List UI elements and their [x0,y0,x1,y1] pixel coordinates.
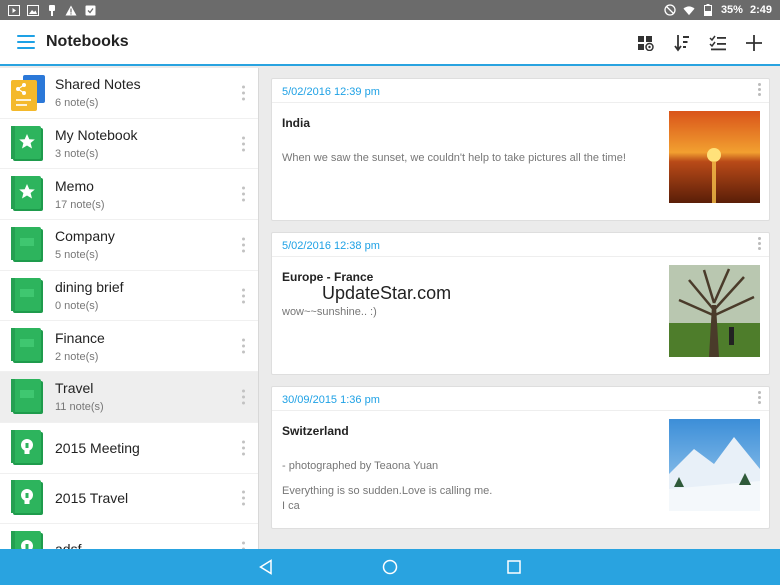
add-icon[interactable] [736,25,772,61]
clock: 2:49 [749,4,772,16]
bulb-notebook-icon [11,480,45,516]
home-icon[interactable] [378,555,402,579]
notebook-name: Finance [55,329,105,346]
notebook-name: 2015 Meeting [55,439,140,456]
notebook-item[interactable]: 2015 Travel [0,474,258,525]
checklist-icon[interactable] [700,25,736,61]
more-options-icon[interactable] [240,541,246,549]
notebook-name: Shared Notes [55,76,141,93]
battery-percentage: 35% [720,4,743,16]
bulb-notebook-icon [11,531,45,549]
notebook-icon [11,226,45,263]
note-title: Switzerland [282,424,349,438]
notebook-item[interactable]: dining brief 0 note(s) [0,271,258,322]
more-options-icon[interactable] [240,288,246,304]
notebook-note-count: 5 note(s) [55,249,99,262]
app-bar: Notebooks [0,20,780,66]
watermark: UpdateStar.com [322,283,452,303]
tree-in-park-photo [669,265,760,357]
image-notification-icon [27,4,39,16]
notebook-note-count: 11 note(s) [55,401,104,414]
wifi-icon [683,4,695,16]
notebook-name: 2015 Travel [55,490,129,507]
note-preview: When we saw the sunset, we couldn't help… [282,152,626,164]
note-date: 30/09/2015 1:36 pm [282,394,380,406]
android-debug-icon [46,4,58,16]
note-more-options-icon[interactable] [758,391,761,404]
status-bar: 35% 2:49 [0,0,780,20]
divider [272,410,769,411]
more-options-icon[interactable] [240,85,246,101]
notebook-name: adsf [55,541,81,549]
notebook-name: Memo [55,177,94,194]
navigation-bar [0,549,780,585]
star-notebook-icon [11,176,45,212]
notebook-name: Travel [55,380,94,397]
sort-icon[interactable] [664,25,700,61]
note-preview: wow~~sunshine.. :) [282,306,377,318]
notebook-icon [11,328,45,364]
notebook-icon [11,378,45,415]
snowy-mountains-photo [669,419,760,511]
notebook-list: Shared Notes 6 note(s) My Notebook 3 note(s… [0,68,259,549]
note-card[interactable]: 30/09/2015 1:36 pm Switzerland - photograp… [271,386,770,529]
notebook-note-count: 3 note(s) [55,148,99,161]
note-list: 5/02/2016 12:39 pm India When we saw the s… [262,68,780,549]
grid-view-icon[interactable] [628,25,664,61]
note-preview: - photographed by Teaona Yuan Everything … [282,460,493,512]
page-title: Notebooks [46,33,129,50]
notebook-item[interactable]: Memo 17 note(s) [0,169,258,221]
do-not-disturb-icon [664,4,676,16]
more-options-icon[interactable] [240,186,246,202]
note-date: 5/02/2016 12:39 pm [282,86,380,98]
sunset-over-sea-photo [669,111,760,203]
notebook-item[interactable]: Shared Notes 6 note(s) [0,68,258,119]
note-more-options-icon[interactable] [758,83,761,96]
notebook-note-count: 17 note(s) [55,198,105,211]
notebook-name: My Notebook [55,127,138,144]
clipboard-check-icon [84,4,96,16]
notebook-item[interactable]: Company 5 note(s) [0,220,258,271]
divider [272,102,769,103]
notebook-name: Company [55,228,115,245]
note-title: India [282,116,311,130]
notebook-icon [11,277,45,314]
more-options-icon[interactable] [240,440,246,456]
shared-notebook-icon [11,74,45,111]
more-options-icon[interactable] [240,389,246,405]
more-options-icon[interactable] [240,490,246,506]
notebook-note-count: 6 note(s) [55,97,99,110]
notebook-item[interactable]: Finance 2 note(s) [0,321,258,373]
more-options-icon[interactable] [240,237,246,253]
warning-icon [65,4,77,16]
notebook-note-count: 2 note(s) [55,350,99,363]
back-icon[interactable] [254,555,278,579]
more-options-icon[interactable] [240,136,246,152]
notebook-name: dining brief [55,279,124,296]
notebook-item[interactable]: My Notebook 3 note(s) [0,119,258,170]
note-more-options-icon[interactable] [758,237,761,250]
battery-icon [702,4,714,16]
note-date: 5/02/2016 12:38 pm [282,240,380,252]
notebook-item[interactable]: Travel 11 note(s) [0,372,258,423]
note-card[interactable]: 5/02/2016 12:39 pm India When we saw the s… [271,78,770,221]
notebook-item[interactable]: adsf [0,524,258,549]
star-notebook-icon [11,125,45,162]
notebook-item[interactable]: 2015 Meeting [0,423,258,474]
more-options-icon[interactable] [240,338,246,354]
hamburger-menu-icon[interactable] [17,35,35,49]
video-notification-icon [8,4,20,16]
bulb-notebook-icon [11,429,45,466]
notebook-note-count: 0 note(s) [55,300,99,313]
recents-icon[interactable] [502,555,526,579]
divider [272,256,769,257]
note-title: Europe - France [282,270,374,284]
